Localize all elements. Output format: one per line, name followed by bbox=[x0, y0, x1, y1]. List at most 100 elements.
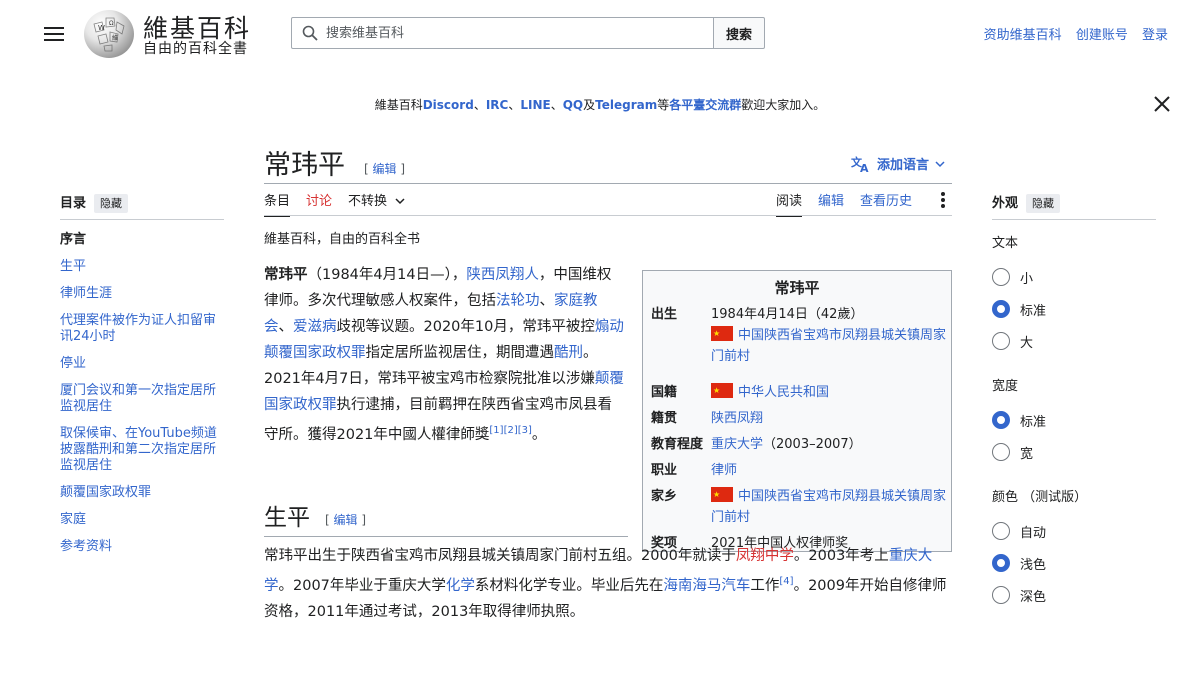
search-input[interactable] bbox=[326, 18, 706, 48]
search-icon bbox=[302, 25, 318, 41]
infobox-link[interactable]: 中华人民共和国 bbox=[738, 385, 829, 400]
add-languages-button[interactable]: 文 A 添加语言 bbox=[851, 154, 945, 173]
text-run: 歧视等议题。2020年10月，常玮平被控 bbox=[336, 319, 595, 335]
wikipedia-globe-logo[interactable]: W Ω 維 bbox=[84, 10, 134, 58]
radio-option[interactable]: 标准 bbox=[992, 404, 1046, 436]
add-languages-label: 添加语言 bbox=[877, 158, 930, 173]
radio-option[interactable]: 浅色 bbox=[992, 547, 1087, 579]
search-box[interactable] bbox=[291, 17, 715, 49]
appearance-header: 外观 隐藏 bbox=[992, 192, 1061, 213]
citation-ref[interactable]: [4] bbox=[779, 576, 793, 587]
tab-edit[interactable]: 编辑 bbox=[818, 190, 844, 217]
radio-unchecked[interactable] bbox=[992, 332, 1010, 350]
radio-unchecked[interactable] bbox=[992, 522, 1010, 540]
toc-item[interactable]: 停业 bbox=[60, 356, 228, 372]
toc-item[interactable]: 代理案件被作为证人扣留审讯24小时 bbox=[60, 313, 228, 345]
banner-link[interactable]: LINE bbox=[520, 98, 550, 112]
article-link[interactable]: 爱滋病 bbox=[293, 319, 337, 335]
toc-item[interactable]: 律师生涯 bbox=[60, 286, 228, 302]
tabs-divider bbox=[264, 215, 952, 216]
radio-checked[interactable] bbox=[992, 554, 1010, 572]
tab-article[interactable]: 条目 bbox=[264, 190, 291, 217]
article-link[interactable]: 酷刑 bbox=[554, 345, 583, 361]
tab-talk[interactable]: 讨论 bbox=[306, 190, 332, 217]
banner-link[interactable]: Telegram bbox=[595, 98, 657, 112]
infobox-value-line: 1984年4月14日（42歲） bbox=[711, 307, 864, 322]
infobox-link[interactable]: 重庆大学 bbox=[711, 437, 763, 452]
user-links: 资助维基百科 创建账号 登录 bbox=[974, 24, 1168, 43]
text-run: 工作 bbox=[750, 577, 780, 594]
article-link[interactable]: 陕西凤翔人 bbox=[466, 267, 539, 283]
radio-label: 标准 bbox=[1020, 303, 1047, 319]
search-button[interactable]: 搜索 bbox=[713, 17, 765, 49]
text-run: （1984年4月14日—）， bbox=[307, 267, 467, 283]
toc-item[interactable]: 颠覆国家政权罪 bbox=[60, 485, 228, 501]
main-menu-button[interactable] bbox=[44, 24, 64, 42]
infobox-link[interactable]: 中国陕西省宝鸡市凤翔县城关镇周家门前村 bbox=[711, 489, 946, 525]
article-link[interactable]: 海南海马汽车 bbox=[663, 578, 750, 594]
infobox-row: 出生 1984年4月14日（42歲） 中国陕西省宝鸡市凤翔县城关镇周家门前村 bbox=[651, 304, 947, 367]
radio-option[interactable]: 深色 bbox=[992, 579, 1087, 611]
article-link[interactable]: 化学 bbox=[446, 578, 475, 594]
toc-item[interactable]: 厦门会议和第一次指定居所监视居住 bbox=[60, 383, 228, 415]
infobox-value: 中华人民共和国 bbox=[711, 380, 829, 403]
infobox-row: 籍贯 陕西凤翔 bbox=[651, 408, 947, 429]
radio-label: 小 bbox=[1020, 271, 1034, 287]
toc-item[interactable]: 参考资料 bbox=[60, 539, 228, 555]
svg-text:A: A bbox=[860, 162, 869, 173]
toc-list: 序言生平律师生涯代理案件被作为证人扣留审讯24小时停业厦门会议和第一次指定居所监… bbox=[60, 232, 228, 566]
infobox-link[interactable]: 中国陕西省宝鸡市凤翔县城关镇周家门前村 bbox=[711, 328, 946, 364]
view-tabs: 阅读 编辑 查看历史 bbox=[776, 190, 912, 217]
toc-item[interactable]: 家庭 bbox=[60, 512, 228, 528]
more-actions-icon[interactable] bbox=[938, 190, 948, 210]
infobox-key: 籍贯 bbox=[651, 411, 678, 426]
donate-link[interactable]: 资助维基百科 bbox=[984, 28, 1062, 43]
infobox-link[interactable]: 陕西凤翔 bbox=[711, 411, 763, 426]
radio-unchecked[interactable] bbox=[992, 443, 1010, 461]
toc-item[interactable]: 序言 bbox=[60, 232, 228, 248]
article-link[interactable]: 法轮功 bbox=[496, 293, 540, 309]
radio-option[interactable]: 标准 bbox=[992, 293, 1046, 325]
section-edit-link[interactable]: 编辑 bbox=[334, 513, 358, 527]
radio-checked[interactable] bbox=[992, 411, 1010, 429]
toc-item[interactable]: 取保候审、在YouTube频道披露酷刑和第二次指定居所监视居住 bbox=[60, 426, 228, 474]
radio-unchecked[interactable] bbox=[992, 586, 1010, 604]
namespace-tabs: 条目 讨论 不转换 bbox=[264, 190, 405, 217]
tab-read[interactable]: 阅读 bbox=[776, 190, 803, 217]
radio-option[interactable]: 宽 bbox=[992, 436, 1046, 468]
banner-link[interactable]: Discord bbox=[423, 98, 474, 112]
infobox-key: 教育程度 bbox=[651, 437, 704, 452]
radio-option[interactable]: 大 bbox=[992, 325, 1046, 357]
radio-unchecked[interactable] bbox=[992, 268, 1010, 286]
text-run: 。 bbox=[531, 426, 547, 443]
radio-label: 自动 bbox=[1020, 525, 1047, 541]
banner-link[interactable]: IRC bbox=[486, 98, 509, 112]
site-notice-banner: 維基百科Discord、IRC、LINE、QQ及Telegram等各平臺交流群歡… bbox=[0, 96, 1200, 113]
login-link[interactable]: 登录 bbox=[1142, 28, 1168, 43]
appearance-group-label: 文本 bbox=[992, 236, 1019, 251]
toc-item[interactable]: 生平 bbox=[60, 259, 228, 275]
tab-history[interactable]: 查看历史 bbox=[860, 190, 912, 217]
banner-text: 、 bbox=[550, 98, 563, 112]
toc-hide-button[interactable]: 隐藏 bbox=[94, 194, 129, 213]
infobox-link[interactable]: 律师 bbox=[711, 463, 737, 478]
appearance-hide-button[interactable]: 隐藏 bbox=[1026, 194, 1061, 213]
banner-text: 、 bbox=[508, 98, 521, 112]
radio-checked[interactable] bbox=[992, 300, 1010, 318]
create-account-link[interactable]: 创建账号 bbox=[1076, 28, 1128, 43]
article-link-missing[interactable]: 凤翔中学 bbox=[736, 548, 794, 564]
citation-ref[interactable]: [1][2][3] bbox=[489, 425, 532, 436]
title-edit-link[interactable]: 编辑 bbox=[373, 162, 397, 176]
infobox-title: 常玮平 bbox=[774, 279, 820, 297]
radio-option[interactable]: 小 bbox=[992, 261, 1046, 293]
radio-option[interactable]: 自动 bbox=[992, 515, 1087, 547]
language-icon: 文 A bbox=[851, 155, 869, 173]
svg-text:W: W bbox=[98, 24, 105, 32]
close-icon[interactable] bbox=[1152, 94, 1172, 114]
text-run: 、 bbox=[278, 319, 294, 335]
banner-link[interactable]: 各平臺交流群 bbox=[669, 98, 741, 112]
title-divider bbox=[264, 183, 952, 184]
banner-link[interactable]: QQ bbox=[563, 98, 583, 112]
variant-dropdown[interactable]: 不转换 bbox=[348, 190, 405, 217]
infobox-row: 教育程度 重庆大学（2003–2007） bbox=[651, 434, 947, 455]
